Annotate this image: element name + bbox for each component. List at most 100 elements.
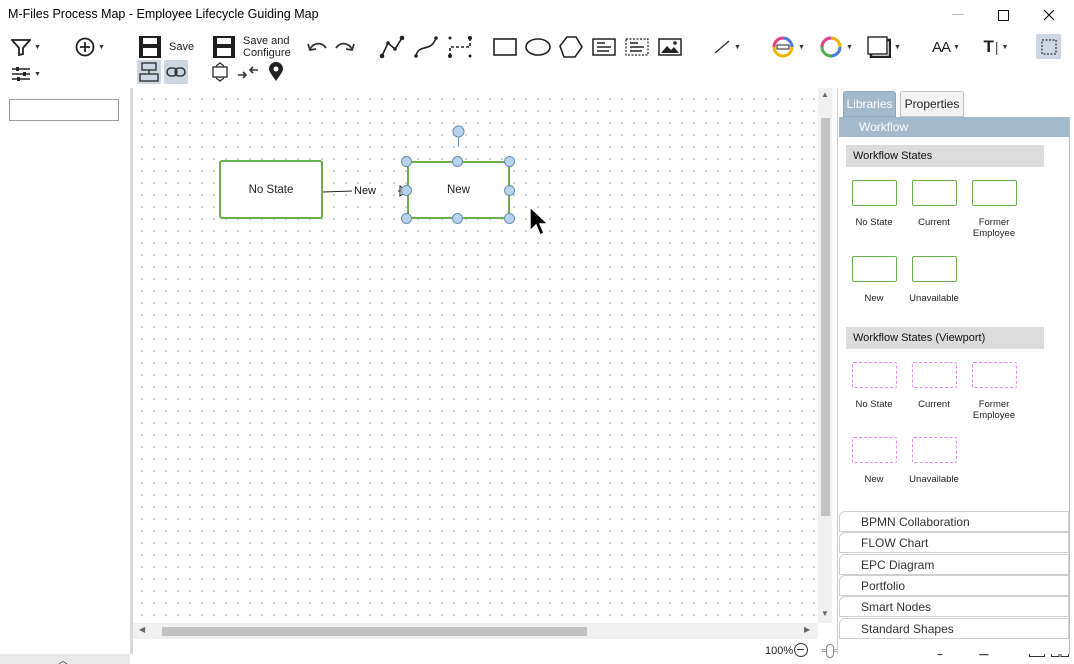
maximize-icon[interactable] [980,0,1026,30]
line-color-button[interactable]: ▼ [768,35,808,59]
expand-icon [212,62,228,82]
state-label: New [446,184,470,196]
orthogonal-connector-button[interactable] [446,34,474,60]
rotate-handle[interactable] [452,125,465,147]
image-tool[interactable] [657,35,683,59]
font-size-button[interactable]: AA ▼ [926,36,966,58]
tab-libraries[interactable]: Libraries [843,91,896,117]
library-shape[interactable]: No State [844,180,904,228]
library-portfolio[interactable]: Portfolio [839,575,1069,596]
redo-icon [335,42,355,52]
state-shape-preview [971,180,1017,206]
diagram-canvas[interactable]: No State New New [133,88,818,623]
save-configure-line2: Configure [243,47,291,59]
save-and-configure-button[interactable]: Save and Configure [212,33,294,61]
snap-grid-toggle[interactable] [1036,34,1061,59]
curved-connector-button[interactable] [412,34,440,60]
vertical-scroll-thumb[interactable] [821,118,830,516]
resize-handle[interactable] [452,156,463,167]
section-title: Workflow States [846,145,1044,167]
resize-handle[interactable] [452,213,463,224]
library-header[interactable]: Workflow [839,117,1070,137]
tab-properties[interactable]: Properties [900,91,964,117]
scroll-left-icon[interactable]: ◀ [139,625,145,634]
library-shape-label: New [864,293,884,304]
library-shape[interactable]: Current [904,362,964,410]
library-shape[interactable]: Current [904,180,964,228]
state-new[interactable]: New [407,161,510,219]
save-icon [139,36,161,58]
save-icon [213,36,235,58]
library-epc-diagram[interactable]: EPC Diagram [839,554,1069,575]
polyline-connector-icon [379,35,405,59]
zoom-slider-thumb[interactable] [826,644,834,658]
resize-handle[interactable] [504,185,515,196]
library-shape[interactable]: Unavailable [904,256,964,304]
library-shape[interactable]: New [844,437,904,485]
line-style-icon [714,40,730,54]
library-flow-chart[interactable]: FLOW Chart [839,532,1069,553]
resize-handle[interactable] [504,213,515,224]
library-standard-shapes[interactable]: Standard Shapes [839,618,1069,639]
shadow-button[interactable]: ▼ [864,35,904,59]
font-size-icon: AA [932,38,951,56]
resize-handle[interactable] [401,213,412,224]
transition-label[interactable]: New [352,185,379,197]
library-shape[interactable]: Unavailable [904,437,964,485]
library-shape-label: Unavailable [909,474,959,485]
zoom-out-icon[interactable] [794,643,808,657]
add-button[interactable]: ▼ [70,36,110,58]
minimize-icon[interactable] [935,0,981,30]
left-panel [0,88,130,654]
save-button[interactable]: Save [138,33,198,61]
chevron-up-icon[interactable]: ︿ [58,652,68,664]
filter-icon [11,39,32,56]
polygon-tool[interactable] [558,34,584,60]
filter-button[interactable]: ▼ [6,36,46,58]
ellipse-tool[interactable] [525,35,551,59]
undo-button[interactable] [306,36,328,58]
state-no-state[interactable]: No State [219,160,323,219]
resize-handle[interactable] [401,156,412,167]
settings-button[interactable]: ▼ [6,64,46,84]
text-frame-tool[interactable] [624,35,650,59]
line-style-button[interactable]: ▼ [708,36,746,58]
ellipse-icon [525,38,551,56]
library-shape[interactable]: Former Employee [964,362,1024,421]
library-bpmn-collaboration[interactable]: BPMN Collaboration [839,511,1069,532]
close-icon[interactable] [1026,0,1072,30]
library-shape[interactable]: Former Employee [964,180,1024,239]
scroll-up-icon[interactable]: ▲ [821,90,829,99]
collapse-button[interactable] [236,60,260,84]
library-shape-label: Former Employee [972,217,1016,239]
fill-color-button[interactable]: ▼ [816,35,856,59]
text-box-tool[interactable] [591,35,617,59]
resize-handle[interactable] [504,156,515,167]
library-shape[interactable]: New [844,256,904,304]
library-shape[interactable]: No State [844,362,904,410]
section-title: Workflow States (Viewport) [846,327,1044,349]
polyline-connector-button[interactable] [378,34,406,60]
text-box-icon [592,38,616,56]
text-frame-icon [625,38,649,56]
resize-handle[interactable] [401,185,412,196]
rectangle-icon [493,38,517,56]
viewport-shape-preview [851,437,897,463]
redo-button[interactable] [334,36,356,58]
link-toggle[interactable] [164,60,188,84]
image-icon [658,38,682,56]
layout-toggle[interactable] [137,60,161,84]
horizontal-scrollbar[interactable]: ◀ ▶ [133,623,818,639]
location-pin-button[interactable] [264,60,288,84]
vertical-scrollbar[interactable]: ▲ ▼ [818,88,832,623]
library-smart-nodes[interactable]: Smart Nodes [839,596,1069,617]
title-bar: M-Files Process Map - Employee Lifecycle… [0,0,1074,30]
expand-button[interactable] [208,60,232,84]
mouse-cursor-icon [529,205,550,236]
horizontal-scroll-thumb[interactable] [162,627,587,636]
text-tool-button[interactable]: T | ▼ [976,36,1016,58]
scroll-right-icon[interactable]: ▶ [804,625,810,634]
rectangle-tool[interactable] [492,35,518,59]
search-input[interactable] [9,99,119,121]
scroll-down-icon[interactable]: ▼ [821,609,829,618]
